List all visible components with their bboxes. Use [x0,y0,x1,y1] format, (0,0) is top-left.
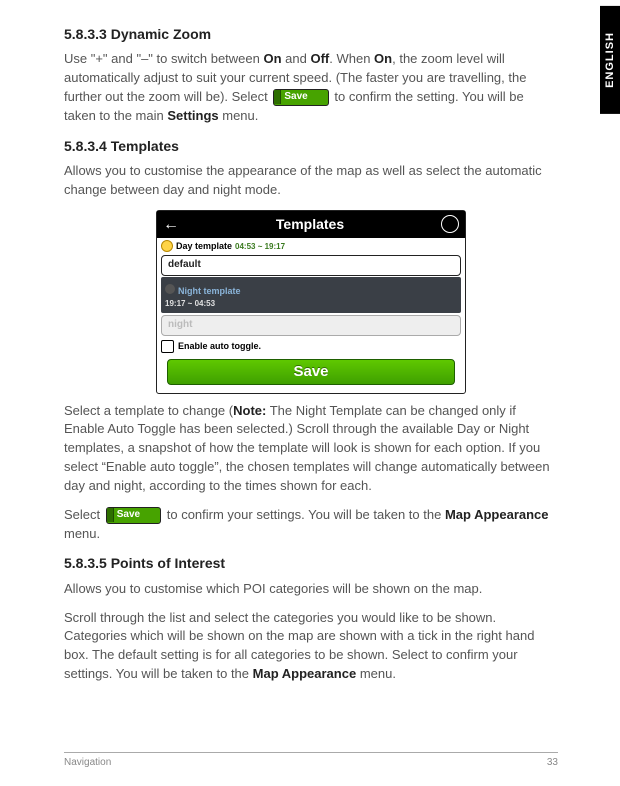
templates-screenshot: ← Templates Day template 04:53 ~ 19:17 d… [156,210,466,394]
sun-icon [161,240,173,252]
heading-dynamic-zoom: 5.8.3.3 Dynamic Zoom [64,24,558,44]
paragraph-poi-body: Scroll through the list and select the c… [64,609,558,684]
footer-section: Navigation [64,757,111,768]
save-button-inline-2[interactable]: Save [106,507,161,524]
device-save-button[interactable]: Save [167,359,455,385]
device-title: Templates [276,214,344,234]
heading-poi: 5.8.3.5 Points of Interest [64,553,558,573]
footer-page: 33 [547,757,558,768]
night-times: 19:17 ~ 04:53 [165,298,457,310]
moon-icon [165,284,175,294]
paragraph-templates-save: Select Save to confirm your settings. Yo… [64,506,558,544]
day-times: 04:53 ~ 19:17 [235,241,285,253]
globe-icon[interactable] [441,215,459,233]
auto-toggle-label: Enable auto toggle. [178,340,261,353]
back-icon[interactable]: ← [163,213,179,236]
night-template-label: Night template [178,285,241,298]
paragraph-templates-body: Select a template to change (Note: The N… [64,402,558,496]
paragraph-dynamic-zoom: Use "+" and "–" to switch between On and… [64,50,558,125]
heading-templates: 5.8.3.4 Templates [64,136,558,156]
day-template-select[interactable]: default [161,255,461,276]
language-tab: ENGLISH [600,6,620,114]
auto-toggle-checkbox[interactable] [161,340,174,353]
paragraph-poi-intro: Allows you to customise which POI catego… [64,580,558,599]
paragraph-templates-intro: Allows you to customise the appearance o… [64,162,558,200]
night-template-select[interactable]: night [161,315,461,336]
save-button-inline[interactable]: Save [273,89,328,106]
day-template-label: Day template [176,240,232,253]
